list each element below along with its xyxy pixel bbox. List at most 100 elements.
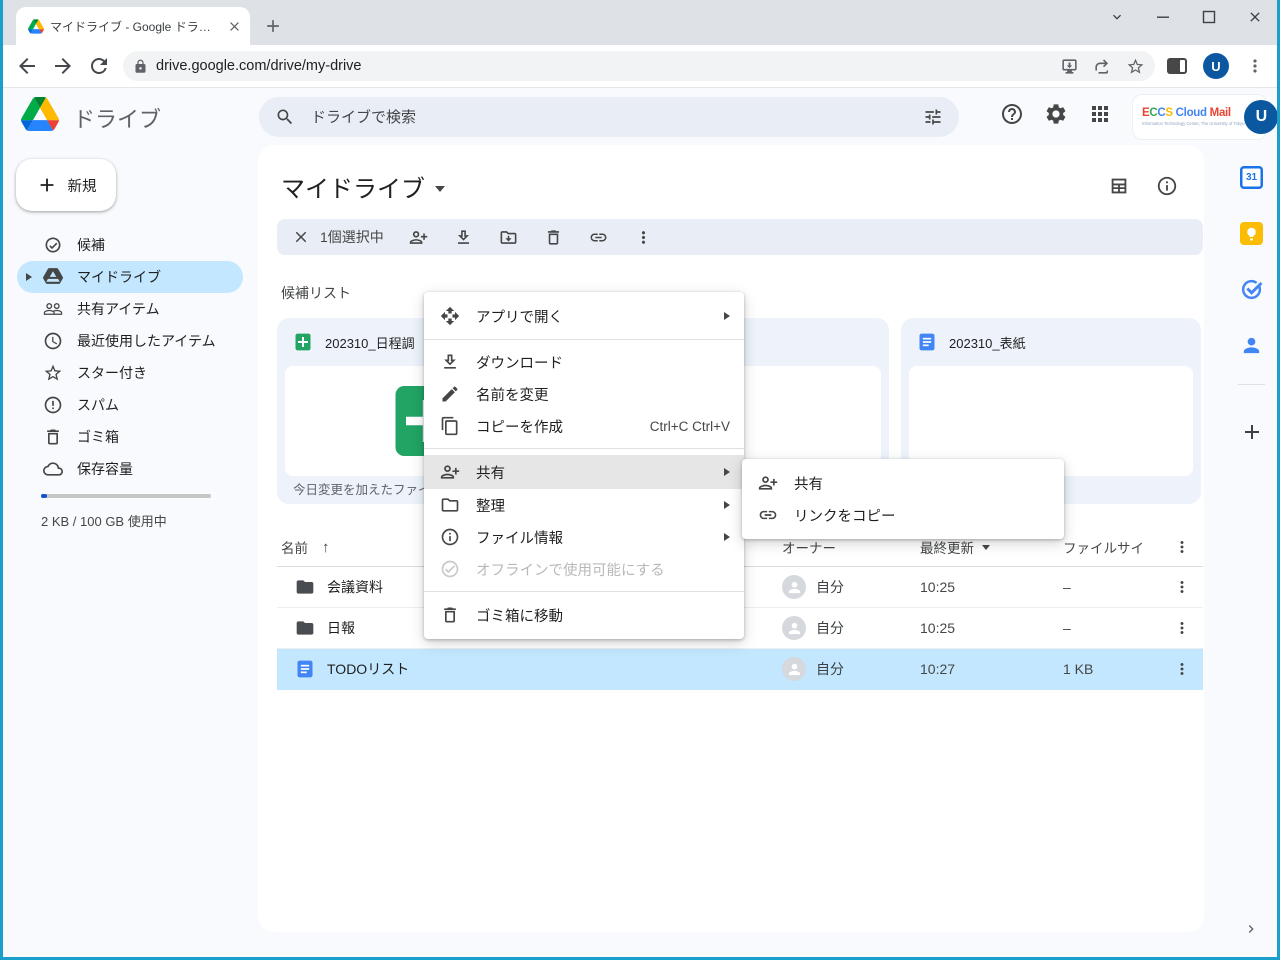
row-menu-icon[interactable] bbox=[1173, 619, 1191, 637]
bookmark-star-icon[interactable] bbox=[1126, 57, 1145, 76]
sidebar-item-spam[interactable]: スパム bbox=[17, 389, 243, 421]
column-header-name[interactable]: 名前↑ bbox=[281, 528, 330, 566]
column-header-size[interactable]: ファイルサイ bbox=[1063, 528, 1144, 566]
sidebar-item-trash[interactable]: ゴミ箱 bbox=[17, 421, 243, 453]
download-selection-icon[interactable] bbox=[441, 228, 486, 247]
menu-item-share[interactable]: 共有 bbox=[424, 455, 744, 489]
new-button-label: 新規 bbox=[68, 175, 97, 196]
reload-button[interactable] bbox=[87, 54, 111, 78]
trash-selection-icon[interactable] bbox=[531, 228, 576, 247]
sidebar-item-label: 共有アイテム bbox=[77, 299, 160, 319]
account-badge[interactable]: ECCS Cloud Mail Information Technology C… bbox=[1133, 95, 1266, 139]
collapse-panel-chevron-icon[interactable] bbox=[1243, 921, 1259, 937]
file-name[interactable]: 日報 bbox=[327, 608, 355, 648]
sidebar-item-my-drive[interactable]: マイドライブ bbox=[17, 261, 243, 293]
submenu-item-share[interactable]: 共有 bbox=[742, 467, 1064, 499]
new-button[interactable]: 新規 bbox=[16, 159, 116, 211]
docs-file-icon bbox=[295, 659, 315, 679]
google-apps-icon[interactable] bbox=[1088, 102, 1112, 126]
drive-search-bar[interactable] bbox=[259, 97, 959, 137]
search-icon[interactable] bbox=[275, 107, 295, 127]
support-icon[interactable] bbox=[1000, 102, 1024, 126]
details-info-icon[interactable] bbox=[1156, 175, 1178, 197]
card-reason: 今日変更を加えたファイ bbox=[293, 479, 431, 498]
card-title: 202310_表紙 bbox=[949, 333, 1026, 352]
menu-item-rename[interactable]: 名前を変更 bbox=[424, 378, 744, 410]
menu-item-open-with[interactable]: アプリで開く bbox=[424, 299, 744, 333]
sidebar-item-suggested[interactable]: 候補 bbox=[17, 229, 243, 261]
expand-caret-icon[interactable] bbox=[26, 273, 32, 281]
share-page-icon[interactable] bbox=[1093, 57, 1112, 76]
link-selection-icon[interactable] bbox=[576, 228, 621, 247]
menu-item-label: アプリで開く bbox=[476, 306, 708, 327]
file-name[interactable]: 会議資料 bbox=[327, 567, 383, 607]
sidebar-item-recent[interactable]: 最近使用したアイテム bbox=[17, 325, 243, 357]
menu-item-label: コピーを作成 bbox=[476, 416, 634, 437]
more-actions-icon[interactable] bbox=[621, 228, 666, 247]
grid-view-icon[interactable] bbox=[1108, 175, 1130, 197]
table-row-selected[interactable]: TODOリスト 自分 10:27 1 KB bbox=[277, 649, 1203, 690]
window-close-button[interactable] bbox=[1247, 9, 1263, 25]
drive-logo[interactable] bbox=[21, 97, 59, 131]
submenu-item-copy-link[interactable]: リンクをコピー bbox=[742, 499, 1064, 531]
tasks-icon[interactable] bbox=[1240, 278, 1263, 301]
search-options-icon[interactable] bbox=[923, 107, 943, 127]
tab-search-chevron-icon[interactable] bbox=[1109, 9, 1125, 25]
column-header-menu-icon[interactable] bbox=[1170, 528, 1194, 566]
folder-title-button[interactable]: マイドライブ bbox=[281, 169, 445, 204]
title-dropdown-icon[interactable] bbox=[435, 186, 445, 192]
clear-selection-icon[interactable] bbox=[283, 228, 318, 246]
menu-item-download[interactable]: ダウンロード bbox=[424, 346, 744, 378]
window-maximize-button[interactable] bbox=[1201, 9, 1217, 25]
browser-profile-avatar[interactable]: U bbox=[1203, 53, 1229, 79]
app-name: ドライブ bbox=[73, 102, 161, 134]
account-avatar[interactable]: U bbox=[1244, 100, 1278, 134]
forward-button[interactable] bbox=[51, 54, 75, 78]
browser-tab[interactable]: マイドライブ - Google ドライブ bbox=[16, 7, 250, 45]
submenu-arrow-icon bbox=[724, 533, 730, 541]
menu-divider bbox=[424, 591, 744, 592]
url-text[interactable]: drive.google.com/drive/my-drive bbox=[156, 58, 1046, 74]
modified-time: 10:27 bbox=[920, 649, 955, 689]
sidebar-item-storage[interactable]: 保存容量 bbox=[17, 453, 243, 485]
settings-gear-icon[interactable] bbox=[1044, 102, 1068, 126]
row-menu-icon[interactable] bbox=[1173, 660, 1191, 678]
owner-avatar bbox=[782, 657, 806, 681]
tab-close-icon[interactable] bbox=[227, 19, 242, 34]
move-selection-icon[interactable] bbox=[486, 228, 531, 247]
get-addons-icon[interactable] bbox=[1240, 420, 1264, 444]
menu-item-label: 共有 bbox=[476, 462, 708, 483]
menu-item-make-copy[interactable]: コピーを作成 Ctrl+C Ctrl+V bbox=[424, 410, 744, 442]
sheets-file-icon bbox=[293, 332, 313, 352]
sidebar-item-shared[interactable]: 共有アイテム bbox=[17, 293, 243, 325]
back-button[interactable] bbox=[15, 54, 39, 78]
suggested-icon bbox=[43, 235, 63, 255]
search-input[interactable] bbox=[309, 108, 923, 127]
sidebar-item-label: ゴミ箱 bbox=[77, 427, 119, 447]
submenu-arrow-icon bbox=[724, 501, 730, 509]
link-icon bbox=[758, 505, 778, 525]
folder-icon bbox=[295, 577, 315, 597]
row-menu-icon[interactable] bbox=[1173, 578, 1191, 596]
address-bar[interactable]: drive.google.com/drive/my-drive bbox=[123, 51, 1155, 81]
menu-item-organize[interactable]: 整理 bbox=[424, 489, 744, 521]
keep-icon[interactable] bbox=[1240, 222, 1263, 245]
window-minimize-button[interactable] bbox=[1155, 9, 1171, 25]
side-panel-toggle-icon[interactable] bbox=[1167, 58, 1187, 74]
sidebar-item-starred[interactable]: スター付き bbox=[17, 357, 243, 389]
owner-avatar bbox=[782, 575, 806, 599]
file-name[interactable]: TODOリスト bbox=[327, 649, 409, 689]
contacts-icon[interactable] bbox=[1240, 334, 1263, 357]
trash-icon bbox=[440, 605, 460, 625]
sort-ascending-icon: ↑ bbox=[322, 539, 330, 556]
install-app-icon[interactable] bbox=[1060, 57, 1079, 76]
menu-item-file-info[interactable]: ファイル情報 bbox=[424, 521, 744, 553]
owner-avatar bbox=[782, 616, 806, 640]
share-selection-icon[interactable] bbox=[396, 228, 441, 247]
menu-item-label: 名前を変更 bbox=[476, 384, 730, 405]
new-tab-button[interactable] bbox=[263, 16, 283, 36]
calendar-icon[interactable]: 31 bbox=[1240, 166, 1263, 189]
menu-item-label: ファイル情報 bbox=[476, 527, 708, 548]
menu-item-move-to-trash[interactable]: ゴミ箱に移動 bbox=[424, 598, 744, 632]
browser-menu-icon[interactable] bbox=[1245, 56, 1265, 76]
